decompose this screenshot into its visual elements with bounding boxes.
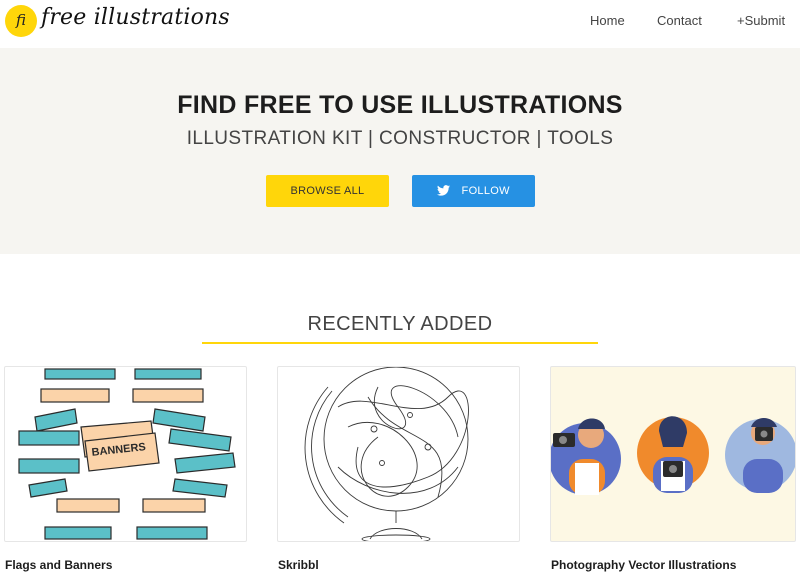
- follow-button[interactable]: FOLLOW: [412, 175, 535, 207]
- nav-home-link[interactable]: Home: [590, 13, 625, 28]
- section-title: RECENTLY ADDED: [307, 313, 493, 335]
- twitter-icon: [437, 184, 451, 196]
- logo-mark: fi: [15, 11, 26, 29]
- card-skribbl[interactable]: [277, 366, 520, 542]
- globe-illustration: [304, 367, 469, 541]
- card-photography[interactable]: [550, 366, 796, 542]
- nav-contact-link[interactable]: Contact: [657, 13, 702, 28]
- hero-subtitle: ILLUSTRATION KIT | CONSTRUCTOR | TOOLS: [186, 128, 614, 149]
- logo-icon[interactable]: fi: [5, 5, 37, 37]
- browse-all-button[interactable]: BROWSE ALL: [266, 175, 389, 207]
- logo-text[interactable]: free illustrations: [41, 5, 230, 30]
- photography-illustration: [551, 416, 795, 495]
- card-title[interactable]: Skribbl: [278, 558, 319, 572]
- site-header: fi free illustrations Home Contact +Subm…: [0, 0, 800, 48]
- hero-section: FIND FREE TO USE ILLUSTRATIONS ILLUSTRAT…: [0, 48, 800, 254]
- follow-button-label: FOLLOW: [461, 185, 510, 197]
- banners-illustration: BANNERS: [18, 368, 236, 540]
- card-title[interactable]: Flags and Banners: [5, 558, 112, 572]
- hero-title: FIND FREE TO USE ILLUSTRATIONS: [177, 91, 623, 119]
- nav-submit-link[interactable]: +Submit: [737, 13, 785, 28]
- section-divider: [202, 342, 598, 344]
- card-flags-banners[interactable]: BANNERS: [4, 366, 247, 542]
- card-title[interactable]: Photography Vector Illustrations: [551, 558, 736, 572]
